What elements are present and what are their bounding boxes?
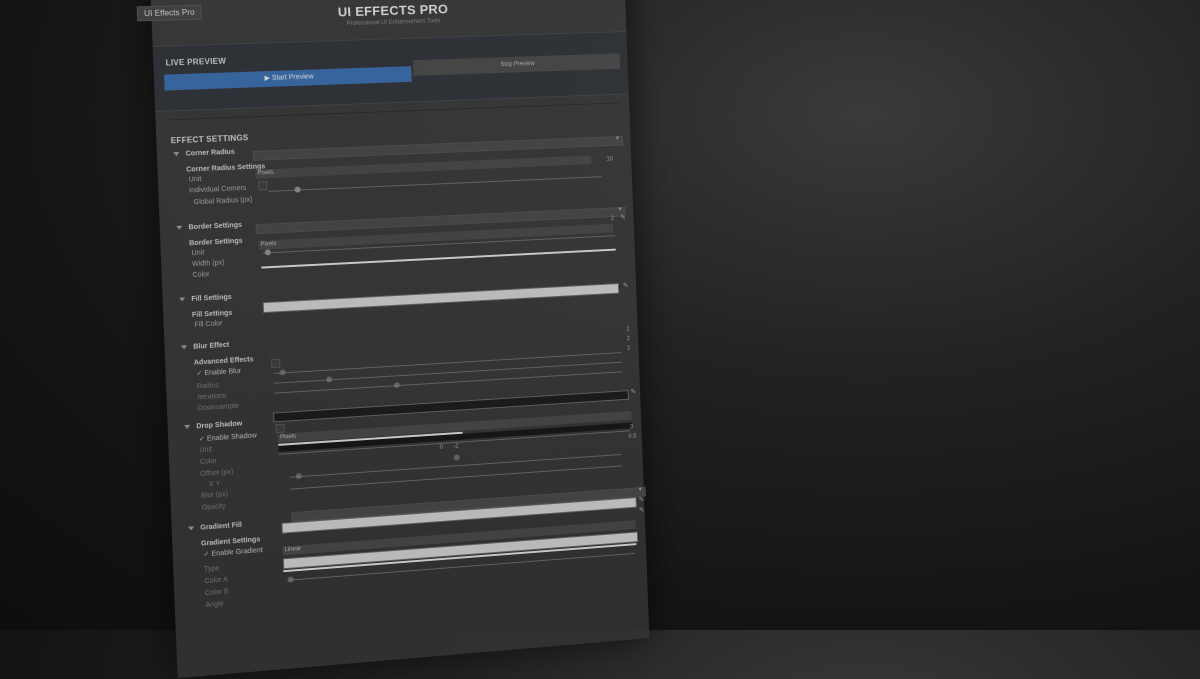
border-unit-label: Unit	[191, 249, 205, 258]
start-preview-button[interactable]: ▶ Start Preview	[164, 66, 412, 91]
eyedropper-icon[interactable]: ✎	[639, 506, 645, 514]
border-color-swatch[interactable]	[261, 248, 616, 269]
individual-corners-checkbox[interactable]	[257, 181, 268, 191]
border-width-label: Width (px)	[191, 259, 225, 269]
fill-color-swatch[interactable]	[262, 283, 620, 314]
gradient-angle-label: Angle	[205, 600, 224, 610]
triangle-down-icon	[178, 297, 186, 302]
corner-radius-toggle[interactable]: Corner Radius	[173, 149, 235, 158]
eyedropper-icon[interactable]: ✎	[630, 388, 636, 396]
eyedropper-icon[interactable]: ✎	[638, 496, 644, 504]
triangle-down-icon	[180, 345, 188, 350]
enable-blur-checkbox[interactable]	[270, 358, 281, 369]
check-icon: ✓	[203, 550, 210, 559]
shadow-blur-value: 3	[629, 424, 634, 431]
gradient-color-a-label: Color A	[204, 576, 229, 586]
eyedropper-icon[interactable]: ✎	[623, 282, 629, 290]
blur-title: Blur Effect	[193, 341, 230, 351]
eyedropper-icon[interactable]: ✎	[620, 214, 626, 222]
shadow-offset-handle[interactable]	[453, 454, 460, 461]
enable-gradient-text: Enable Gradient	[211, 547, 263, 558]
gradient-type-label: Type	[203, 565, 220, 574]
stop-preview-button[interactable]: Stop Preview	[412, 53, 621, 76]
fill-color-label: Fill Color	[194, 320, 223, 329]
shadow-offset-x-value[interactable]: 0	[440, 445, 443, 451]
enable-shadow-label[interactable]: ✓ Enable Shadow	[199, 431, 257, 443]
check-icon: ✓	[196, 370, 203, 378]
fill-toggle[interactable]: Fill Settings	[178, 293, 232, 304]
unit-label: Unit	[188, 175, 202, 184]
border-width-value: 2	[610, 216, 615, 222]
blur-downsample-value: 2	[626, 345, 631, 352]
blur-iterations-handle[interactable]	[325, 376, 333, 383]
shadow-title: Drop Shadow	[196, 420, 243, 431]
triangle-down-icon	[176, 225, 183, 231]
blur-downsample-handle[interactable]	[393, 382, 400, 389]
blur-toggle[interactable]: Blur Effect	[180, 341, 230, 352]
blur-subheading: Advanced Effects	[193, 356, 254, 367]
fill-subheading: Fill Settings	[191, 309, 233, 319]
shadow-unit-label: Unit	[199, 446, 213, 455]
enable-shadow-checkbox[interactable]	[275, 423, 285, 434]
shadow-offset-y-value[interactable]: -2	[453, 444, 458, 450]
corner-unit-field[interactable]: Pixels	[255, 155, 592, 179]
gradient-toggle[interactable]: Gradient Fill	[188, 522, 242, 533]
blur-radius-label: Radius	[196, 382, 220, 391]
blur-iterations-label: Iterations	[197, 392, 227, 402]
blur-downsample-label: Downsample	[197, 402, 240, 413]
stage: UI Effects Pro UI EFFECTS PRO Profession…	[0, 0, 1200, 679]
individual-corners-label: Individual Corners	[188, 184, 247, 195]
shadow-opacity-label: Opacity	[201, 503, 226, 512]
check-icon: ✓	[198, 435, 206, 444]
triangle-down-icon	[173, 152, 180, 157]
blur-iterations-value: 2	[626, 336, 630, 343]
shadow-blur-label: Blur (px)	[201, 490, 229, 500]
effect-settings-heading: EFFECT SETTINGS	[170, 133, 249, 146]
blur-downsample-track[interactable]	[274, 371, 623, 394]
gradient-angle-handle[interactable]	[287, 576, 294, 583]
gradient-title: Gradient Fill	[200, 521, 243, 532]
corner-radius-subheading: Corner Radius Settings	[186, 163, 266, 174]
global-radius-handle[interactable]	[294, 186, 301, 193]
blur-radius-value: 2	[626, 326, 630, 333]
shadow-xy-label: X Y	[208, 480, 221, 489]
shadow-toggle[interactable]: Drop Shadow	[184, 420, 242, 431]
live-preview-heading: LIVE PREVIEW	[165, 56, 227, 68]
blur-radius-handle[interactable]	[279, 369, 286, 376]
border-color-label: Color	[192, 271, 210, 280]
shadow-color-label: Color	[199, 457, 218, 466]
corner-radius-value: 10	[606, 156, 614, 163]
live-preview-section: LIVE PREVIEW ▶ Start Preview Stop Previe…	[152, 31, 629, 112]
border-subheading: Border Settings	[189, 237, 243, 248]
fill-title: Fill Settings	[191, 293, 232, 304]
inspector-panel: UI Effects Pro UI EFFECTS PRO Profession…	[136, 0, 650, 679]
triangle-down-icon	[188, 526, 195, 531]
global-radius-track[interactable]	[268, 176, 602, 192]
blur-radius-track[interactable]	[273, 352, 622, 374]
enable-blur-label[interactable]: ✓ Enable Blur	[196, 367, 241, 378]
gradient-color-b-label: Color B	[204, 588, 229, 598]
gradient-group: Gradient Fill Gradient Settings ✓Enable …	[180, 486, 646, 626]
enable-blur-text: Enable Blur	[204, 367, 242, 378]
global-radius-label: Global Radius (px)	[193, 196, 253, 207]
shadow-blur-handle[interactable]	[295, 472, 302, 480]
border-width-handle[interactable]	[264, 249, 271, 256]
corner-radius-title: Corner Radius	[185, 148, 235, 158]
enable-shadow-text: Enable Shadow	[206, 432, 257, 443]
border-title: Border Settings	[188, 221, 243, 232]
border-toggle[interactable]: Border Settings	[176, 222, 242, 232]
shadow-opacity-track[interactable]	[290, 465, 623, 490]
enable-gradient-label[interactable]: ✓ Enable Gradient	[203, 546, 263, 558]
shadow-opacity-value: 0.5	[628, 433, 637, 441]
triangle-down-icon	[184, 424, 191, 430]
shadow-offset-label: Offset (px)	[200, 468, 234, 478]
